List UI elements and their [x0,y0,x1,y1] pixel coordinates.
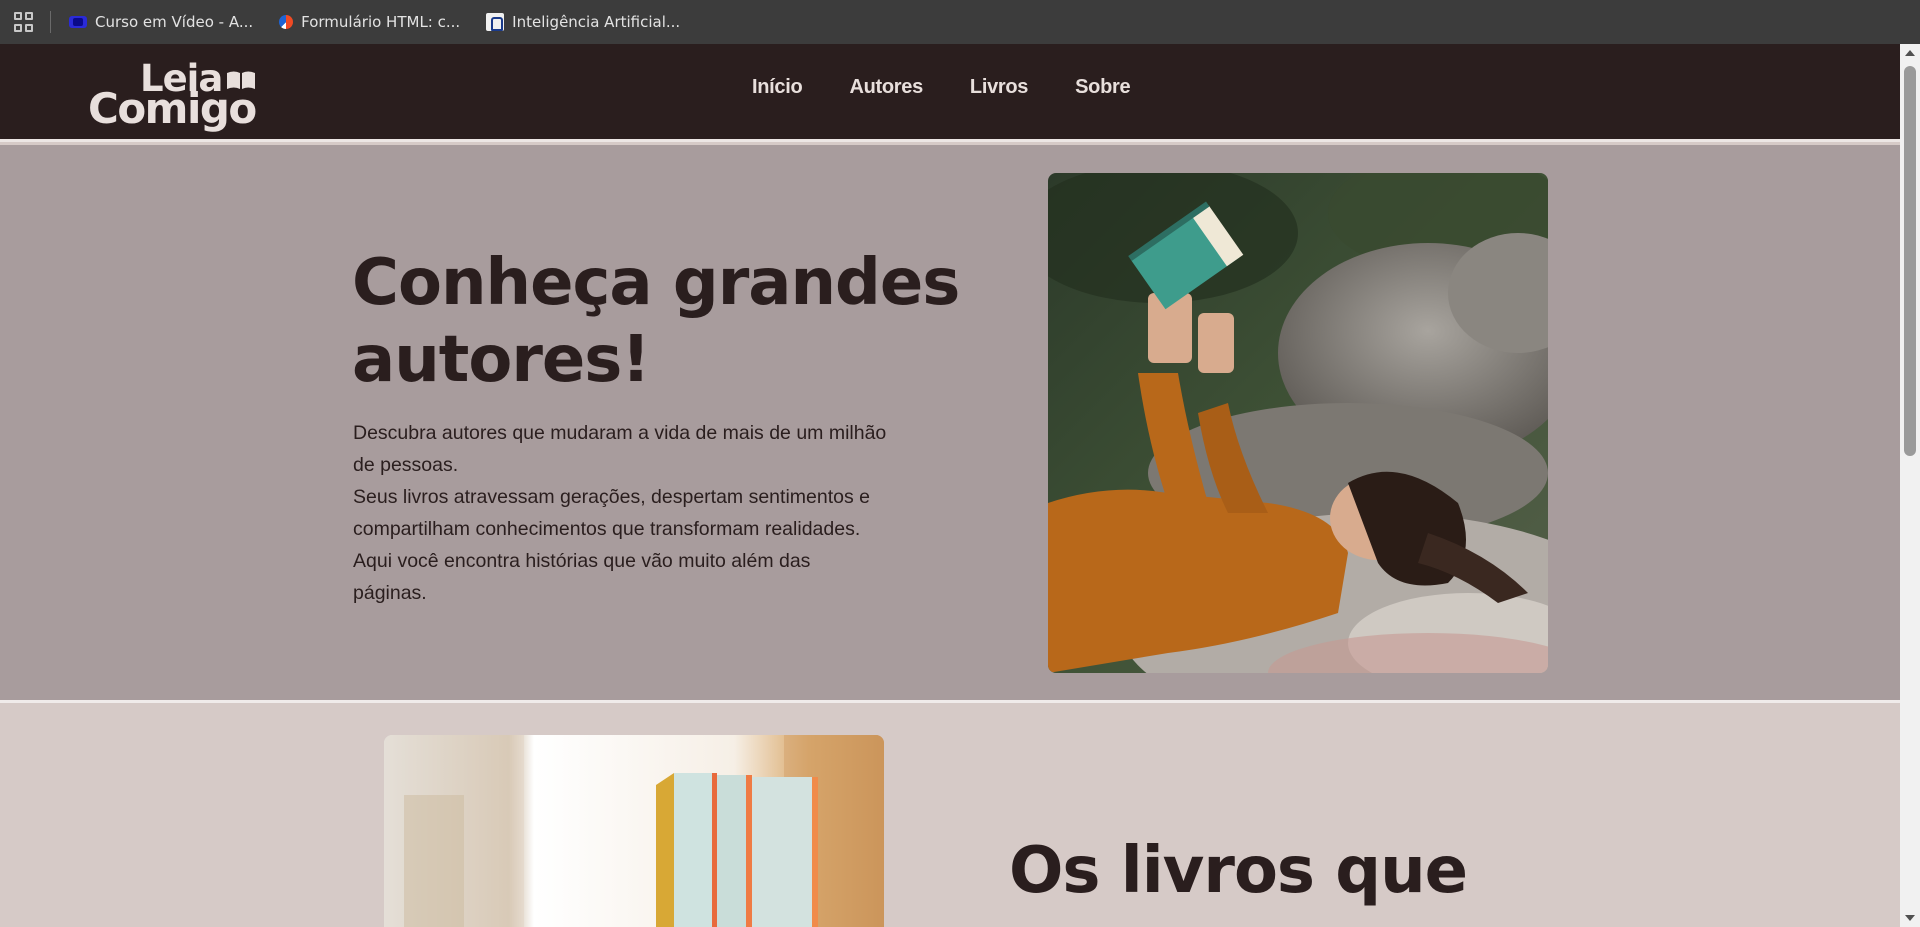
site-header: Leia Comigo Início Autores Livros Sobre [0,44,1900,142]
lock-icon [486,13,505,31]
hero-title: Conheça grandes autores! [352,246,960,397]
bookmark-label: Inteligência Artificial... [512,13,681,31]
books-section-title: Os livros que [1009,834,1468,908]
bookmarks-separator [50,11,51,33]
page-scrollbar[interactable] [1900,44,1920,927]
nav-livros[interactable]: Livros [970,76,1029,99]
bookmark-label: Curso em Vídeo - A... [95,13,254,31]
nav-inicio[interactable]: Início [752,76,803,99]
hero-section: Conheça grandes autores! Descubra autore… [0,145,1900,703]
bookmark-label: Formulário HTML: c... [301,13,461,31]
scroll-up-arrow-icon[interactable] [1905,50,1915,56]
site-logo[interactable]: Leia Comigo [88,58,258,130]
bookmark-curso-em-video[interactable]: Curso em Vídeo - A... [69,13,253,31]
nav-autores[interactable]: Autores [849,76,923,99]
formulario-icon [279,15,294,29]
nav-sobre[interactable]: Sobre [1075,76,1130,99]
books-section: Os livros que [0,706,1900,927]
logo-text-line2: Comigo [88,84,257,133]
bookmark-formulario-html[interactable]: Formulário HTML: c... [279,13,460,31]
apps-grid-icon[interactable] [14,12,34,32]
hero-paragraph: Descubra autores que mudaram a vida de m… [353,422,887,476]
woman-reading-image [1048,173,1548,673]
bookmark-inteligencia-artificial[interactable]: Inteligência Artificial... [486,13,680,31]
bookmarks-bar: Curso em Vídeo - A... Formulário HTML: c… [0,0,1920,44]
hero-description: Descubra autores que mudaram a vida de m… [353,417,888,609]
books-stack-image [384,735,884,927]
hero-paragraph-2: Seus livros atravessam gerações, despert… [353,486,870,604]
scroll-down-arrow-icon[interactable] [1905,915,1915,921]
curso-em-video-icon [69,16,87,28]
main-nav: Início Autores Livros Sobre [752,76,1131,99]
scrollbar-thumb[interactable] [1904,66,1916,456]
